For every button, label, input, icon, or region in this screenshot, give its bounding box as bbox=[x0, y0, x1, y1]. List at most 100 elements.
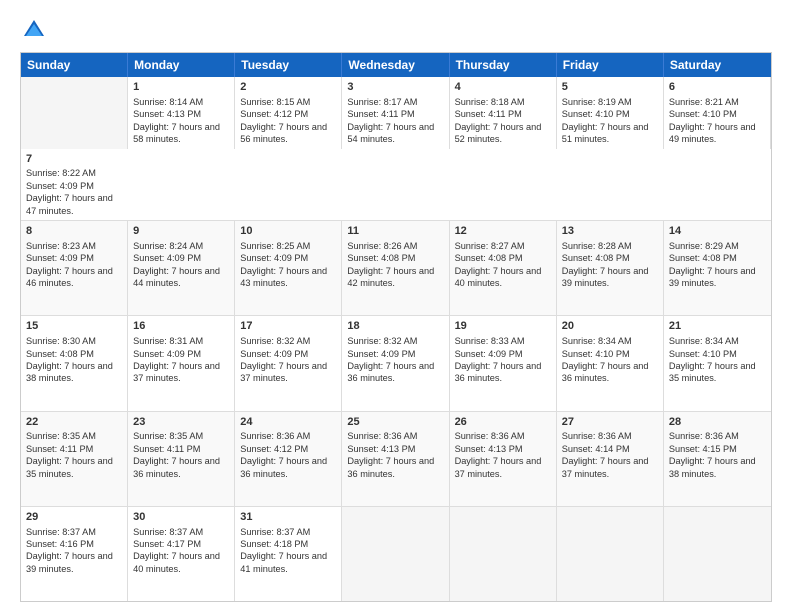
sunrise-text: Sunrise: 8:36 AM bbox=[669, 431, 739, 441]
calendar-cell: 24Sunrise: 8:36 AM Sunset: 4:12 PM Dayligh… bbox=[235, 412, 342, 506]
sunrise-text: Sunrise: 8:34 AM bbox=[669, 336, 739, 346]
day-number: 24 bbox=[240, 415, 336, 430]
daylight-text: Daylight: 7 hours and 40 minutes. bbox=[133, 551, 220, 573]
daylight-text: Daylight: 7 hours and 36 minutes. bbox=[347, 361, 434, 383]
day-number: 23 bbox=[133, 415, 229, 430]
day-number: 10 bbox=[240, 224, 336, 239]
sunset-text: Sunset: 4:10 PM bbox=[562, 349, 630, 359]
calendar-cell: 22Sunrise: 8:35 AMSunset: 4:11 PMDayligh… bbox=[21, 412, 128, 506]
sunset-text: Sunset: 4:08 PM bbox=[562, 253, 630, 263]
calendar-header-day: Thursday bbox=[450, 53, 557, 77]
calendar-cell: 10Sunrise: 8:25 AMSunset: 4:09 PMDayligh… bbox=[235, 221, 342, 315]
day-number: 20 bbox=[562, 319, 658, 334]
calendar-week-row: 15Sunrise: 8:30 AMSunset: 4:08 PMDayligh… bbox=[21, 315, 771, 410]
day-number: 11 bbox=[347, 224, 443, 239]
daylight-text: Daylight: 7 hours and 39 minutes. bbox=[562, 266, 649, 288]
sunset-text: Sunset: 4:18 PM bbox=[240, 539, 308, 549]
calendar-cell: 6Sunrise: 8:21 AMSunset: 4:10 PMDaylight… bbox=[664, 77, 771, 149]
daylight-text: Daylight: 7 hours and 39 minutes. bbox=[669, 266, 756, 288]
sunset-text: Sunset: 4:10 PM bbox=[562, 109, 630, 119]
calendar-cell: 1Sunrise: 8:14 AMSunset: 4:13 PMDaylight… bbox=[128, 77, 235, 149]
sunrise-text: Sunrise: 8:15 AM bbox=[240, 97, 310, 107]
calendar-header-day: Sunday bbox=[21, 53, 128, 77]
calendar-header-day: Monday bbox=[128, 53, 235, 77]
sunset-text: Sunset: 4:08 PM bbox=[669, 253, 737, 263]
calendar-cell: 23Sunrise: 8:35 AMSunset: 4:11 PMDayligh… bbox=[128, 412, 235, 506]
day-number: 14 bbox=[669, 224, 766, 239]
daylight-text: Daylight: 7 hours and 36 minutes. bbox=[240, 456, 327, 478]
calendar-header-day: Wednesday bbox=[342, 53, 449, 77]
day-number: 19 bbox=[455, 319, 551, 334]
sunrise-text: Sunrise: 8:17 AM bbox=[347, 97, 417, 107]
daylight-text: Daylight: 7 hours and 37 minutes. bbox=[240, 361, 327, 383]
sunrise-text: Sunrise: 8:37 AM bbox=[240, 527, 310, 537]
day-number: 30 bbox=[133, 510, 229, 525]
day-number: 8 bbox=[26, 224, 122, 239]
day-number: 5 bbox=[562, 80, 658, 95]
daylight-text: Daylight: 7 hours and 36 minutes. bbox=[347, 456, 434, 478]
sunrise-text: Sunrise: 8:29 AM bbox=[669, 241, 739, 251]
day-number: 9 bbox=[133, 224, 229, 239]
sunrise-text: Sunrise: 8:23 AM bbox=[26, 241, 96, 251]
sunrise-text: Sunrise: 8:36 AM bbox=[347, 431, 417, 441]
sunset-text: Sunset: 4:08 PM bbox=[455, 253, 523, 263]
daylight-text: Daylight: 7 hours and 51 minutes. bbox=[562, 122, 649, 144]
daylight-text: Daylight: 7 hours and 38 minutes. bbox=[669, 456, 756, 478]
day-number: 17 bbox=[240, 319, 336, 334]
sunrise-text: Sunrise: 8:34 AM bbox=[562, 336, 632, 346]
sunset-text: Sunset: 4:08 PM bbox=[26, 349, 94, 359]
calendar-cell bbox=[664, 507, 771, 601]
daylight-text: Daylight: 7 hours and 37 minutes. bbox=[562, 456, 649, 478]
sunrise-text: Sunrise: 8:24 AM bbox=[133, 241, 203, 251]
calendar-cell: 17Sunrise: 8:32 AMSunset: 4:09 PMDayligh… bbox=[235, 316, 342, 410]
calendar-body: 1Sunrise: 8:14 AMSunset: 4:13 PMDaylight… bbox=[21, 77, 771, 601]
daylight-text: Daylight: 7 hours and 35 minutes. bbox=[26, 456, 113, 478]
sunrise-text: Sunrise: 8:14 AM bbox=[133, 97, 203, 107]
day-number: 27 bbox=[562, 415, 658, 430]
daylight-text: Daylight: 7 hours and 43 minutes. bbox=[240, 266, 327, 288]
sunset-text: Sunset: 4:12 PM bbox=[240, 444, 308, 454]
day-number: 25 bbox=[347, 415, 443, 430]
sunset-text: Sunset: 4:11 PM bbox=[455, 109, 522, 119]
calendar-cell: 30Sunrise: 8:37 AMSunset: 4:17 PMDayligh… bbox=[128, 507, 235, 601]
sunset-text: Sunset: 4:15 PM bbox=[669, 444, 737, 454]
calendar-cell: 29Sunrise: 8:37 AMSunset: 4:16 PMDayligh… bbox=[21, 507, 128, 601]
calendar-cell: 4Sunrise: 8:18 AMSunset: 4:11 PMDaylight… bbox=[450, 77, 557, 149]
day-number: 12 bbox=[455, 224, 551, 239]
day-number: 22 bbox=[26, 415, 122, 430]
sunrise-text: Sunrise: 8:22 AM bbox=[26, 168, 96, 178]
daylight-text: Daylight: 7 hours and 54 minutes. bbox=[347, 122, 434, 144]
sunrise-text: Sunrise: 8:18 AM bbox=[455, 97, 525, 107]
daylight-text: Daylight: 7 hours and 38 minutes. bbox=[26, 361, 113, 383]
calendar-cell: 14 Sunrise: 8:29 AM Sunset: 4:08 PM Dayligh… bbox=[664, 221, 771, 315]
calendar-cell: 20Sunrise: 8:34 AMSunset: 4:10 PMDayligh… bbox=[557, 316, 664, 410]
sunrise-text: Sunrise: 8:36 AM bbox=[240, 431, 310, 441]
sunset-text: Sunset: 4:17 PM bbox=[133, 539, 201, 549]
calendar-cell: 27Sunrise: 8:36 AMSunset: 4:14 PMDayligh… bbox=[557, 412, 664, 506]
daylight-text: Daylight: 7 hours and 56 minutes. bbox=[240, 122, 327, 144]
sunrise-text: Sunrise: 8:28 AM bbox=[562, 241, 632, 251]
daylight-text: Daylight: 7 hours and 37 minutes. bbox=[133, 361, 220, 383]
day-number: 4 bbox=[455, 80, 551, 95]
calendar-cell: 3Sunrise: 8:17 AMSunset: 4:11 PMDaylight… bbox=[342, 77, 449, 149]
calendar-cell: 25Sunrise: 8:36 AM Sunset: 4:13 PM Dayligh… bbox=[342, 412, 449, 506]
sunrise-text: Sunrise: 8:35 AM bbox=[133, 431, 203, 441]
sunrise-text: Sunrise: 8:36 AM bbox=[455, 431, 525, 441]
calendar-header-day: Saturday bbox=[664, 53, 771, 77]
sunrise-text: Sunrise: 8:19 AM bbox=[562, 97, 632, 107]
sunrise-text: Sunrise: 8:32 AM bbox=[240, 336, 310, 346]
calendar-cell: 11Sunrise: 8:26 AMSunset: 4:08 PMDayligh… bbox=[342, 221, 449, 315]
calendar-cell: 2Sunrise: 8:15 AMSunset: 4:12 PMDaylight… bbox=[235, 77, 342, 149]
day-number: 3 bbox=[347, 80, 443, 95]
calendar-cell: 5 Sunrise: 8:19 AM Sunset: 4:10 PM Daylight… bbox=[557, 77, 664, 149]
calendar-week-row: 22Sunrise: 8:35 AMSunset: 4:11 PMDayligh… bbox=[21, 411, 771, 506]
calendar-cell bbox=[450, 507, 557, 601]
sunset-text: Sunset: 4:10 PM bbox=[669, 349, 737, 359]
calendar-header-day: Tuesday bbox=[235, 53, 342, 77]
sunset-text: Sunset: 4:13 PM bbox=[347, 444, 415, 454]
sunset-text: Sunset: 4:14 PM bbox=[562, 444, 630, 454]
calendar-cell bbox=[21, 77, 128, 149]
daylight-text: Daylight: 7 hours and 39 minutes. bbox=[26, 551, 113, 573]
calendar-cell: 21Sunrise: 8:34 AMSunset: 4:10 PMDayligh… bbox=[664, 316, 771, 410]
header bbox=[20, 16, 772, 44]
